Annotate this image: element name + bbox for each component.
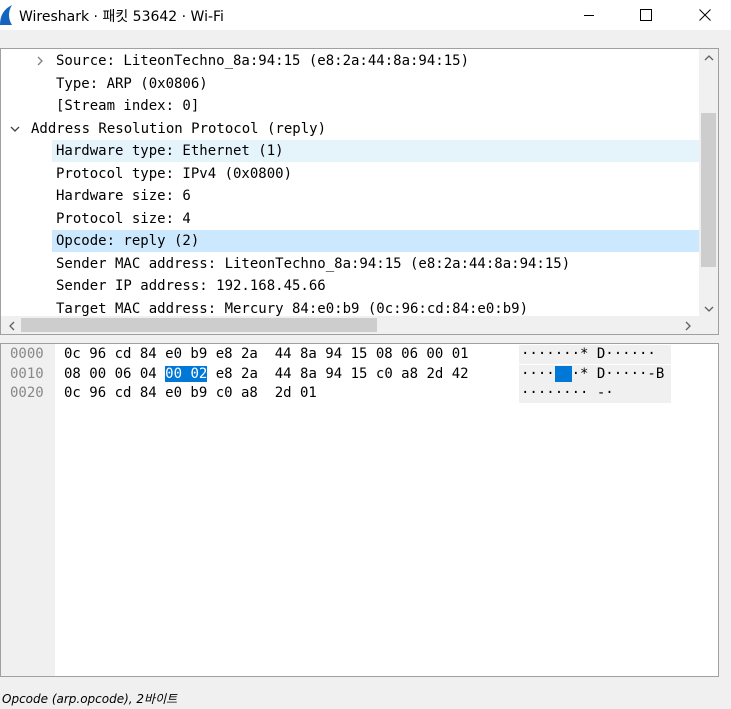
hex-bytes: 0c 96 cd 84 e0 b9 c0 a8 2d 01	[64, 385, 317, 401]
tree-item[interactable]: [Stream index: 0]	[1, 95, 699, 117]
minimize-button[interactable]	[566, 0, 612, 30]
ascii-line[interactable]: ·······* D······	[521, 345, 656, 364]
tree-item-label: Hardware type: Ethernet (1)	[56, 143, 284, 159]
selected-ascii: ··	[554, 365, 572, 382]
hex-bytes: 0c 96 cd 84 e0 b9 e8 2a 44 8a 94 15 08 0…	[64, 346, 469, 362]
close-button[interactable]	[682, 0, 728, 30]
chevron-left-icon	[8, 321, 14, 330]
hex-bytes: e8 2a 44 8a 94 15 c0 a8 2d 42	[207, 365, 469, 382]
tree-item[interactable]: Address Resolution Protocol (reply)	[1, 118, 699, 140]
tree-item[interactable]: Target MAC address: Mercury_84:e0:b9 (0c…	[1, 298, 699, 318]
tree-item-label: Type: ARP (0x0806)	[56, 75, 208, 92]
chevron-down-icon	[704, 306, 713, 312]
status-bar: Opcode (arp.opcode), 2바이트	[0, 688, 731, 709]
chevron-up-icon	[704, 54, 713, 60]
chevron-down-icon	[10, 126, 20, 132]
tree-item[interactable]: Protocol size: 4	[1, 208, 699, 230]
tree-item[interactable]: Source: LiteonTechno_8a:94:15 (e8:2a:44:…	[1, 50, 699, 72]
hex-offset: 0010	[10, 365, 44, 382]
ascii-line[interactable]: ········ -·	[521, 384, 614, 403]
hex-bytes-line[interactable]: 0c 96 cd 84 e0 b9 c0 a8 2d 01	[64, 384, 317, 403]
tree-item-label: Source: LiteonTechno_8a:94:15 (e8:2a:44:…	[56, 53, 470, 69]
wireshark-fin-icon	[0, 5, 12, 25]
tree-item-label: Opcode: reply (2)	[56, 233, 200, 249]
title-bar: Wireshark · 패킷 53642 · Wi-Fi	[0, 0, 731, 30]
scroll-left-button[interactable]	[3, 317, 20, 334]
tree-item-label: Sender MAC address: LiteonTechno_8a:94:1…	[56, 255, 571, 272]
hex-offset: 0020	[10, 385, 44, 401]
chevron-right-icon	[37, 56, 43, 66]
tree-rows: Source: LiteonTechno_8a:94:15 (e8:2a:44:…	[1, 49, 699, 317]
collapse-arrow-icon[interactable]	[8, 118, 22, 140]
scroll-down-button[interactable]	[699, 300, 718, 317]
window-title: Wireshark · 패킷 53642 · Wi-Fi	[19, 9, 224, 25]
chevron-right-icon	[685, 321, 691, 330]
vertical-scroll-thumb[interactable]	[701, 113, 716, 267]
packet-details-tree[interactable]: Source: LiteonTechno_8a:94:15 (e8:2a:44:…	[0, 48, 719, 335]
tree-item-label: Protocol size: 4	[56, 210, 191, 227]
scrollbar-corner	[699, 316, 718, 334]
packet-bytes-pane[interactable]: 0000 0c 96 cd 84 e0 b9 e8 2a 44 8a 94 15 …	[0, 343, 719, 677]
tree-item-label: Hardware size: 6	[56, 188, 191, 204]
hex-offset: 0000	[10, 346, 44, 362]
minimize-icon	[584, 15, 594, 16]
tree-item-label: Sender IP address: 192.168.45.66	[56, 278, 326, 294]
tree-item[interactable]: Sender IP address: 192.168.45.66	[1, 275, 699, 297]
ascii-text: ········ -·	[521, 385, 614, 401]
tree-item-label: Protocol type: IPv4 (0x0800)	[56, 165, 293, 182]
maximize-button[interactable]	[623, 0, 669, 30]
tree-item[interactable]: Hardware type: Ethernet (1)	[1, 140, 699, 162]
hex-bytes: 08 00 06 04	[64, 365, 166, 382]
tree-item-label: [Stream index: 0]	[56, 98, 200, 114]
hex-bytes-line[interactable]: 0c 96 cd 84 e0 b9 e8 2a 44 8a 94 15 08 0…	[64, 345, 469, 364]
vertical-scrollbar[interactable]	[699, 49, 718, 317]
tree-item[interactable]: Type: ARP (0x0806)	[1, 73, 699, 95]
selected-bytes: 00 02	[165, 365, 208, 382]
ascii-text: ·······* D······	[521, 346, 656, 362]
tree-item[interactable]: Protocol type: IPv4 (0x0800)	[1, 163, 699, 185]
close-icon	[699, 9, 711, 21]
scroll-up-button[interactable]	[699, 49, 718, 66]
horizontal-scroll-thumb[interactable]	[21, 318, 377, 332]
scroll-right-button[interactable]	[679, 317, 696, 334]
tree-item[interactable]: Opcode: reply (2)	[1, 230, 699, 252]
tree-item[interactable]: Hardware size: 6	[1, 185, 699, 207]
maximize-icon	[640, 9, 652, 21]
ascii-line[interactable]: ·······* D·····-B	[521, 365, 664, 384]
expand-arrow-icon[interactable]	[33, 50, 47, 72]
ascii-text: ····	[521, 365, 555, 382]
status-text: Opcode (arp.opcode), 2바이트	[2, 692, 178, 706]
tree-item[interactable]: Sender MAC address: LiteonTechno_8a:94:1…	[1, 253, 699, 275]
tree-item-label: Target MAC address: Mercury_84:e0:b9 (0c…	[56, 300, 529, 317]
hex-bytes-line[interactable]: 08 00 06 04 00 02 e8 2a 44 8a 94 15 c0 a…	[64, 365, 469, 384]
ascii-text: ·* D·····-B	[571, 365, 665, 382]
tree-item-label: Address Resolution Protocol (reply)	[31, 120, 327, 137]
horizontal-scrollbar[interactable]	[1, 316, 699, 334]
